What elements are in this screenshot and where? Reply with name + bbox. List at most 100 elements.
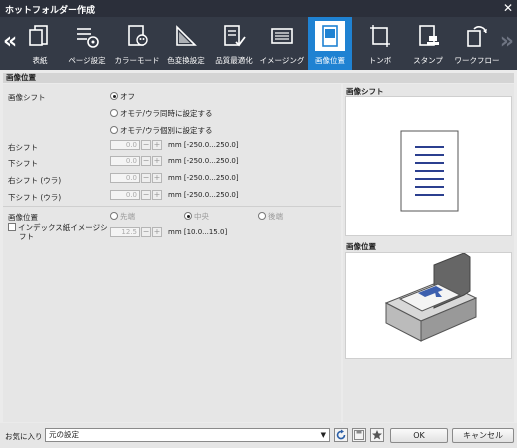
- shift-preview: [345, 96, 512, 236]
- tab-label: カラーモード: [114, 56, 160, 65]
- down-shift-label: 下シフト: [8, 159, 38, 168]
- tab-label: ワークフロー: [454, 56, 500, 65]
- decrement-button[interactable]: −: [141, 140, 151, 150]
- right-shift-label: 右シフト: [8, 143, 38, 152]
- ok-button[interactable]: OK: [390, 428, 448, 443]
- star-icon: [372, 430, 382, 440]
- save-favorite-button[interactable]: [352, 428, 366, 442]
- increment-button[interactable]: +: [152, 156, 162, 166]
- position-preview-title: 画像位置: [346, 242, 376, 251]
- decrement-button[interactable]: −: [141, 173, 151, 183]
- radio-position-trail[interactable]: 後端: [258, 211, 283, 222]
- right-shift-back-stepper[interactable]: 0.0 − + mm [-250.0...250.0]: [110, 173, 240, 183]
- index-shift-stepper[interactable]: 12.5 − + mm [10.0...15.0]: [110, 227, 240, 237]
- radio-position-center[interactable]: 中央: [184, 211, 209, 222]
- tab-workflow[interactable]: ワークフロー: [452, 17, 502, 70]
- bottom-bar: お気に入り 元の設定 ▼ OK キャンセル: [0, 423, 517, 448]
- window-title: ホットフォルダー作成: [5, 6, 96, 16]
- refresh-button[interactable]: [334, 428, 348, 442]
- image-position-label: 画像位置: [8, 213, 38, 222]
- tab-stamp[interactable]: スタンプ: [406, 17, 450, 70]
- right-shift-back-value[interactable]: 0.0: [110, 173, 140, 183]
- tab-label: イメージング: [259, 56, 305, 65]
- workflow-icon: [467, 26, 487, 47]
- divider: [3, 206, 341, 207]
- tab-color-conversion[interactable]: 色変換設定: [164, 17, 208, 70]
- range-text: mm [-250.0...250.0]: [168, 141, 239, 149]
- down-shift-back-label: 下シフト (ウラ): [8, 193, 62, 202]
- right-shift-stepper[interactable]: 0.0 − + mm [-250.0...250.0]: [110, 140, 240, 150]
- increment-button[interactable]: +: [152, 140, 162, 150]
- cancel-button[interactable]: キャンセル: [452, 428, 514, 443]
- down-shift-back-stepper[interactable]: 0.0 − + mm [-250.0...250.0]: [110, 190, 240, 200]
- tab-label: スタンプ: [413, 56, 443, 65]
- tab-label: 画像位置: [315, 56, 345, 65]
- increment-button[interactable]: +: [152, 173, 162, 183]
- radio-shift-separate[interactable]: オモテ/ウラ個別に設定する: [110, 125, 213, 136]
- range-text: mm [-250.0...250.0]: [168, 157, 239, 165]
- range-text: mm [-250.0...250.0]: [168, 191, 239, 199]
- tab-label: ページ設定: [68, 56, 106, 65]
- increment-button[interactable]: +: [152, 227, 162, 237]
- tab-image-position[interactable]: 画像位置: [308, 17, 352, 70]
- tab-label: 品質最適化: [215, 56, 253, 65]
- manage-favorites-button[interactable]: [370, 428, 384, 442]
- stamp-icon: [419, 25, 439, 46]
- favorites-select[interactable]: 元の設定 ▼: [45, 428, 330, 442]
- scroll-left-button[interactable]: «: [3, 29, 17, 54]
- title-bar: ホットフォルダー作成 ✕: [0, 0, 517, 17]
- decrement-button[interactable]: −: [141, 227, 151, 237]
- page-setup-icon: [77, 28, 99, 48]
- preview-panel: 画像シフト 画像位置: [343, 84, 514, 422]
- down-shift-stepper[interactable]: 0.0 − + mm [-250.0...250.0]: [110, 156, 240, 166]
- tab-label: トンボ: [368, 56, 392, 65]
- favorites-label: お気に入り: [5, 432, 43, 441]
- tab-crop-marks[interactable]: トンボ: [360, 17, 400, 70]
- radio-position-lead[interactable]: 先端: [110, 211, 135, 222]
- document-preview-image: [400, 130, 459, 212]
- chevron-down-icon: ▼: [320, 431, 326, 439]
- position-preview: [345, 252, 512, 359]
- scroll-right-button[interactable]: »: [500, 29, 514, 54]
- right-shift-value[interactable]: 0.0: [110, 140, 140, 150]
- toolbar: « 表紙 ページ設定 カラーモード 色変換設定 品質最適化 イメージング 画像位…: [0, 17, 517, 70]
- index-shift-label-cont: フト: [19, 232, 34, 241]
- down-shift-back-value[interactable]: 0.0: [110, 190, 140, 200]
- cover-icon: [29, 25, 48, 46]
- tab-cover[interactable]: 表紙: [24, 17, 56, 70]
- decrement-button[interactable]: −: [141, 156, 151, 166]
- down-shift-value[interactable]: 0.0: [110, 156, 140, 166]
- color-conversion-icon: [176, 25, 197, 46]
- tab-quality[interactable]: 品質最適化: [212, 17, 256, 70]
- imaging-icon: [271, 28, 293, 44]
- save-icon: [354, 430, 364, 440]
- close-icon[interactable]: ✕: [503, 1, 513, 15]
- tab-label: 色変換設定: [167, 56, 205, 65]
- tab-page-setup[interactable]: ページ設定: [64, 17, 110, 70]
- crop-marks-icon: [370, 25, 390, 47]
- main-panel: 画像位置 画像シフト オフ オモテ/ウラ同時に設定する オモテ/ウラ個別に設定す…: [0, 70, 517, 423]
- increment-button[interactable]: +: [152, 190, 162, 200]
- image-position-icon: [322, 25, 338, 47]
- refresh-icon: [336, 429, 346, 440]
- tab-color-mode[interactable]: カラーモード: [112, 17, 162, 70]
- index-shift-value[interactable]: 12.5: [110, 227, 140, 237]
- index-shift-checkbox[interactable]: インデックス紙イメージシ フト: [8, 223, 108, 241]
- tab-imaging[interactable]: イメージング: [258, 17, 306, 70]
- radio-shift-off[interactable]: オフ: [110, 91, 135, 102]
- index-shift-label: インデックス紙イメージシ: [18, 223, 108, 232]
- tray-preview-image: [384, 252, 478, 342]
- section-header: 画像位置: [3, 73, 514, 83]
- color-mode-icon: [128, 25, 148, 46]
- settings-panel: 画像シフト オフ オモテ/ウラ同時に設定する オモテ/ウラ個別に設定する 右シフ…: [3, 84, 341, 422]
- right-shift-back-label: 右シフト (ウラ): [8, 176, 62, 185]
- image-shift-label: 画像シフト: [8, 93, 46, 102]
- quality-icon: [224, 25, 246, 47]
- range-text: mm [10.0...15.0]: [168, 228, 228, 236]
- range-text: mm [-250.0...250.0]: [168, 174, 239, 182]
- decrement-button[interactable]: −: [141, 190, 151, 200]
- favorites-value: 元の設定: [49, 430, 79, 439]
- checkbox-box[interactable]: [8, 223, 16, 231]
- tab-label: 表紙: [32, 56, 48, 65]
- radio-shift-both[interactable]: オモテ/ウラ同時に設定する: [110, 108, 213, 119]
